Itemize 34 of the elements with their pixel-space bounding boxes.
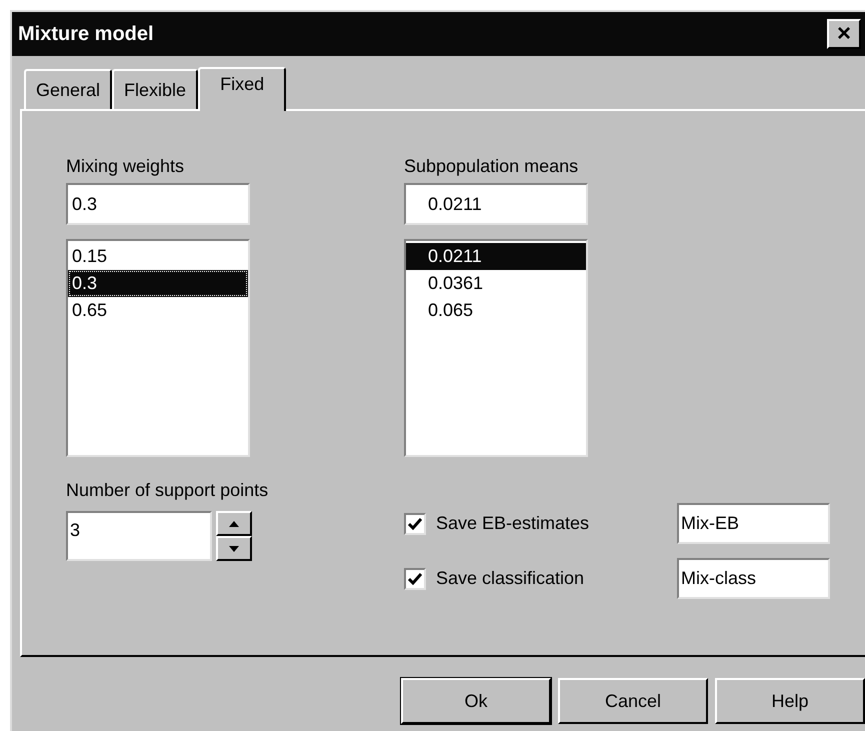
text-field[interactable]: Mix-class xyxy=(677,558,830,599)
dialog-button[interactable]: Cancel xyxy=(558,678,708,724)
list-item[interactable]: 0.0211 xyxy=(406,243,586,270)
dialog-button[interactable]: Help xyxy=(715,678,865,724)
checkbox-label: Save classification xyxy=(436,567,586,590)
list-item[interactable]: 0.065 xyxy=(406,297,586,324)
list-box[interactable]: 0.0211 0.0361 0.065 xyxy=(404,239,588,457)
tab[interactable]: Fixed xyxy=(198,67,286,111)
checkbox[interactable] xyxy=(404,512,426,534)
check-icon xyxy=(408,572,422,584)
value-field[interactable]: 0.3 xyxy=(66,183,250,225)
field-label: Subpopulation means xyxy=(404,155,580,178)
checkbox-label: Save EB-estimates xyxy=(436,512,590,535)
number-field[interactable]: 3 xyxy=(66,511,212,561)
field-label: Mixing weights xyxy=(66,155,186,178)
field-label: Number of support points xyxy=(66,479,270,502)
text-field[interactable]: Mix-EB xyxy=(677,503,830,544)
tab[interactable]: General xyxy=(24,69,112,109)
down-arrow-icon xyxy=(229,546,239,552)
check-icon xyxy=(408,518,422,530)
close-button[interactable]: × xyxy=(827,19,861,49)
window-title: Mixture model xyxy=(18,22,154,47)
dialog-button[interactable]: Ok xyxy=(401,678,551,724)
spin-down-button[interactable] xyxy=(216,536,252,561)
tab[interactable]: Flexible xyxy=(112,69,198,109)
value-field[interactable]: 0.0211 xyxy=(404,183,588,225)
list-box[interactable]: 0.15 0.3 0.65 xyxy=(66,239,250,457)
spin-up-button[interactable] xyxy=(216,511,252,536)
list-item[interactable]: 0.0361 xyxy=(406,270,586,297)
list-item[interactable]: 0.65 xyxy=(68,297,248,324)
list-item[interactable]: 0.3 xyxy=(68,270,248,297)
up-arrow-icon xyxy=(229,520,239,526)
list-item[interactable]: 0.15 xyxy=(68,243,248,270)
checkbox[interactable] xyxy=(404,568,426,590)
